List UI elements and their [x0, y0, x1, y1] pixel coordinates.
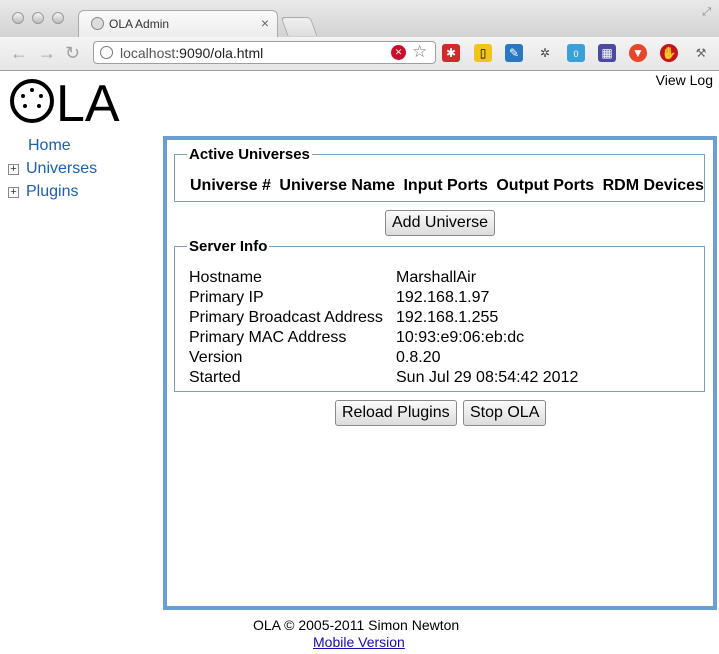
- wrench-icon[interactable]: ⚒: [692, 44, 710, 62]
- extension-bug-icon[interactable]: ✲: [536, 44, 554, 62]
- sidebar-item-universes[interactable]: + Universes: [8, 160, 97, 178]
- hostname-label: Hostname: [189, 269, 262, 286]
- server-info-legend: Server Info: [189, 238, 268, 255]
- address-bar[interactable]: localhost:9090/ola.html ✕ ☆: [93, 41, 436, 64]
- reload-plugins-button[interactable]: Reload Plugins: [335, 400, 457, 426]
- copyright-text: OLA © 2005-2011 Simon Newton: [253, 617, 460, 633]
- tab-close-icon[interactable]: ×: [261, 15, 269, 31]
- globe-icon: [91, 17, 104, 30]
- column-header: Input Ports: [403, 177, 488, 194]
- active-universes-fieldset: Active Universes Universe # Universe Nam…: [174, 146, 705, 202]
- main-panel: Active Universes Universe # Universe Nam…: [163, 136, 717, 610]
- broadcast-address-label: Primary Broadcast Address: [189, 309, 383, 326]
- url-host: localhost: [120, 45, 176, 61]
- sidebar-item-home[interactable]: Home: [28, 137, 71, 155]
- url-text[interactable]: localhost:9090/ola.html: [120, 45, 263, 61]
- minimize-window-button[interactable]: [32, 12, 44, 24]
- page-info-icon[interactable]: [100, 46, 113, 59]
- extension-badge: 0: [573, 49, 579, 59]
- column-header: Universe Name: [279, 177, 396, 194]
- column-header: Output Ports: [496, 177, 595, 194]
- primary-ip-label: Primary IP: [189, 289, 264, 306]
- tab-title: OLA Admin: [109, 17, 170, 31]
- mobile-version-link[interactable]: Mobile Version: [313, 634, 405, 650]
- browser-toolbar: ← → ↻ localhost:9090/ola.html ✕ ☆ ✱ ▯ ✎ …: [0, 37, 719, 71]
- version-value: 0.8.20: [396, 349, 441, 366]
- started-label: Started: [189, 369, 241, 386]
- forward-icon[interactable]: →: [38, 43, 56, 64]
- blocked-icon[interactable]: ✕: [391, 45, 406, 60]
- ola-logo: LA: [10, 76, 120, 126]
- extension-download-icon[interactable]: ▼: [629, 44, 647, 62]
- extension-lastpass-icon[interactable]: ✱: [442, 44, 460, 62]
- universe-table-header: Universe # Universe Name Input Ports Out…: [190, 177, 708, 195]
- mac-address-label: Primary MAC Address: [189, 329, 347, 346]
- bookmark-star-icon[interactable]: ☆: [412, 42, 427, 62]
- zoom-window-button[interactable]: [52, 12, 64, 24]
- reload-icon[interactable]: ↻: [65, 43, 80, 64]
- add-universe-button[interactable]: Add Universe: [385, 210, 496, 236]
- logo-text: LA: [56, 76, 120, 126]
- column-header: RDM Devices: [602, 177, 704, 194]
- hostname-value: MarshallAir: [396, 269, 477, 286]
- mac-address-value: 10:93:e9:06:eb:dc: [396, 329, 525, 346]
- back-icon[interactable]: ←: [10, 43, 28, 64]
- extension-phone-icon[interactable]: ▯: [474, 44, 492, 62]
- sidebar-item-label[interactable]: Plugins: [26, 183, 78, 200]
- stop-ola-button[interactable]: Stop OLA: [463, 400, 547, 426]
- active-universes-legend: Active Universes: [189, 146, 310, 163]
- extension-adblock-icon[interactable]: ✋: [660, 44, 678, 62]
- ola-admin-page: LA View Log Home + Universes + Plugins Act…: [0, 71, 719, 654]
- sidebar-item-plugins[interactable]: + Plugins: [8, 183, 78, 201]
- browser-tab[interactable]: OLA Admin ×: [78, 10, 278, 38]
- sidebar-item-label[interactable]: Universes: [26, 160, 97, 177]
- extension-pin-icon[interactable]: ✎: [505, 44, 523, 62]
- version-label: Version: [189, 349, 243, 366]
- primary-ip-value: 192.168.1.97: [396, 289, 490, 306]
- started-value: Sun Jul 29 08:54:42 2012: [396, 369, 579, 386]
- url-path: :9090/ola.html: [175, 45, 264, 61]
- extension-ghostery-icon[interactable]: 0: [567, 44, 585, 62]
- browser-titlebar: OLA Admin × ⤢: [0, 0, 719, 38]
- fullscreen-icon[interactable]: ⤢: [702, 6, 711, 19]
- expand-icon[interactable]: +: [8, 187, 19, 198]
- new-tab-button[interactable]: [280, 17, 318, 36]
- server-info-fieldset: Server Info Hostname MarshallAir Primary…: [174, 238, 705, 392]
- expand-icon[interactable]: +: [8, 164, 19, 175]
- extension-pattern-icon[interactable]: ▦: [598, 44, 616, 62]
- broadcast-address-value: 192.168.1.255: [396, 309, 499, 326]
- view-log-link[interactable]: View Log: [656, 72, 713, 88]
- column-header: Universe #: [190, 177, 271, 194]
- close-window-button[interactable]: [12, 12, 24, 24]
